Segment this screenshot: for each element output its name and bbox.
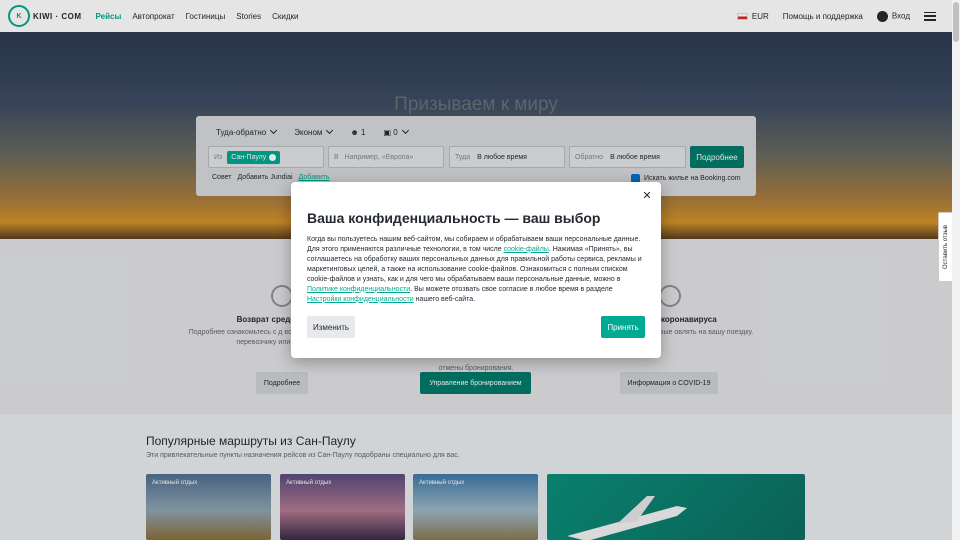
modal-text: Когда вы пользуетесь нашим веб-сайтом, м… bbox=[307, 235, 645, 305]
scrollbar-thumb[interactable] bbox=[953, 2, 959, 42]
modal-title: Ваша конфиденциальность — ваш выбор bbox=[307, 210, 601, 226]
page-scrollbar[interactable] bbox=[952, 0, 960, 540]
change-settings-button[interactable]: Изменить bbox=[307, 316, 355, 338]
feedback-label: Оставить отзыв bbox=[943, 225, 949, 269]
privacy-settings-link[interactable]: Настройки конфиденциальности bbox=[307, 296, 414, 303]
close-icon[interactable]: ✕ bbox=[641, 190, 653, 202]
feedback-tab[interactable]: Оставить отзыв bbox=[938, 212, 952, 282]
cookie-files-link[interactable]: cookie-файлы bbox=[504, 246, 549, 253]
modal-text-part-3: . Вы можете отозвать свое согласие в люб… bbox=[410, 285, 613, 293]
privacy-policy-link[interactable]: Политике конфиденциальности bbox=[307, 286, 410, 293]
accept-button[interactable]: Принять bbox=[601, 316, 645, 338]
modal-text-part-4: нашего веб-сайта. bbox=[413, 295, 476, 303]
privacy-modal: ✕ Ваша конфиденциальность — ваш выбор Ко… bbox=[291, 182, 661, 358]
